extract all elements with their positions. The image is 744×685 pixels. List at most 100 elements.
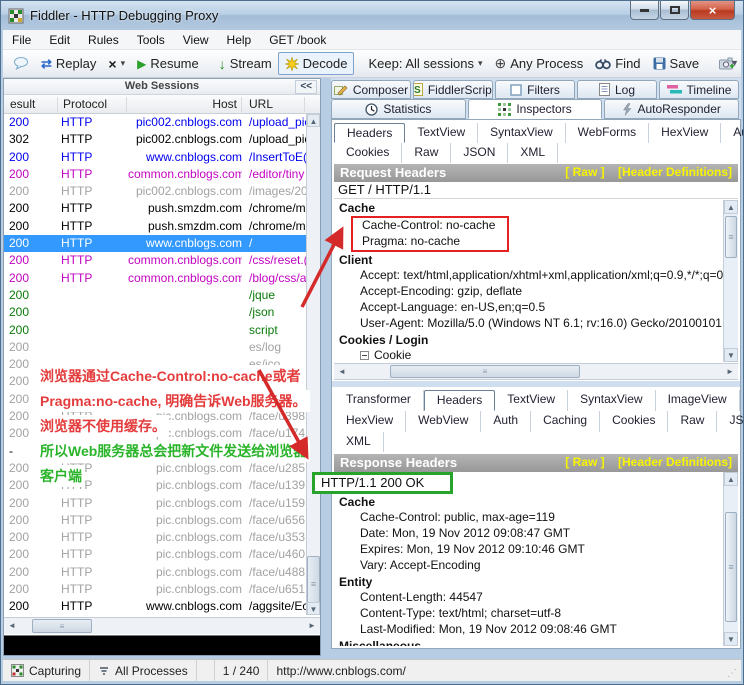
menu-item-edit[interactable]: Edit (40, 31, 79, 49)
request-tab-json[interactable]: JSON (451, 143, 508, 163)
menu-item-view[interactable]: View (174, 31, 218, 49)
quickexec-command-box[interactable] (4, 635, 320, 655)
response-tab-xml[interactable]: XML (334, 432, 384, 452)
session-row[interactable]: 200HTTPwww.cnblogs.com/InsertToE( (4, 149, 320, 166)
scroll-down-icon[interactable]: ▼ (724, 632, 738, 646)
maximize-button[interactable] (660, 1, 689, 20)
response-tab-imageview[interactable]: ImageView (656, 390, 740, 411)
toolbar-save[interactable]: Save (647, 53, 706, 74)
scroll-left-icon[interactable]: ◄ (5, 619, 19, 633)
session-row[interactable]: 200HTTPpic.cnblogs.com/face/u651 (4, 581, 320, 598)
toolbar-find[interactable]: Find (589, 53, 646, 74)
session-row[interactable]: 200/json (4, 304, 320, 321)
column-header-host[interactable]: Host (128, 97, 242, 112)
response-tab-syntaxview[interactable]: SyntaxView (568, 390, 655, 411)
column-header-esult[interactable]: esult (6, 97, 58, 112)
header-group-miscellaneous[interactable]: Miscellaneous (334, 638, 723, 646)
panel-splitter[interactable] (321, 78, 331, 656)
process-filter-selector[interactable]: All Processes (90, 660, 197, 681)
request-tab-xml[interactable]: XML (508, 143, 558, 163)
toolbar-overflow-icon[interactable]: ▼ (730, 58, 739, 68)
scroll-down-icon[interactable]: ▼ (307, 602, 320, 615)
toolbar-keep-all-sessions[interactable]: Keep: All sessions▾ (362, 53, 488, 74)
session-row[interactable]: 200HTTPpic002.cnblogs.com/images/20 (4, 183, 320, 200)
response-tab-json[interactable]: JSON (717, 411, 744, 432)
session-row[interactable]: 200HTTPpic.cnblogs.com/face/u159 (4, 495, 320, 512)
menu-item-tools[interactable]: Tools (128, 31, 174, 49)
request-tab-textview[interactable]: TextView (405, 123, 478, 143)
request-tree-horizontal-scrollbar[interactable]: ◄ ≡ ► (334, 363, 738, 380)
request-tab-webforms[interactable]: WebForms (566, 123, 649, 143)
scroll-up-icon[interactable]: ▲ (724, 200, 738, 214)
header-group-cookies-login[interactable]: Cookies / Login (334, 332, 723, 348)
session-row[interactable]: 200HTTPpic.cnblogs.com/face/u460 (4, 546, 320, 563)
session-row[interactable]: 200es/log (4, 339, 320, 356)
minimize-button[interactable] (630, 1, 659, 20)
response-tab-webview[interactable]: WebView (406, 411, 481, 432)
scroll-right-icon[interactable]: ► (723, 365, 737, 379)
tab-autoresponder[interactable]: AutoResponder (604, 99, 739, 119)
response-tab-headers[interactable]: Headers (424, 390, 495, 411)
toolbar-resume[interactable]: ▶Resume (131, 53, 205, 74)
scrollbar-thumb[interactable]: ≡ (725, 512, 737, 622)
request-tab-headers[interactable]: Headers (334, 123, 405, 143)
toolbar-stream[interactable]: ↓Stream (213, 53, 278, 75)
session-row[interactable]: 200HTTPpic002.cnblogs.com/upload_pic (4, 114, 320, 131)
request-tab-auth[interactable]: Auth (721, 123, 744, 143)
response-tab-cookies[interactable]: Cookies (600, 411, 668, 432)
response-tree-vertical-scrollbar[interactable]: ▲ ≡ ▼ (723, 472, 738, 646)
collapse-expander-icon[interactable] (360, 351, 369, 360)
toolbar-comment-bubble-icon[interactable] (7, 53, 35, 74)
scrollbar-thumb[interactable]: ≡ (725, 216, 737, 258)
response-tab-hexview[interactable]: HexView (334, 411, 406, 432)
tab-statistics[interactable]: Statistics (331, 99, 466, 119)
tab-composer[interactable]: Composer (331, 80, 411, 99)
session-row[interactable]: 200HTTPcommon.cnblogs.com/editor/tiny (4, 166, 320, 183)
tab-inspectors[interactable]: Inspectors (468, 99, 603, 119)
scroll-up-icon[interactable]: ▲ (724, 472, 738, 486)
menu-item-help[interactable]: Help (218, 31, 261, 49)
tab-log[interactable]: Log (577, 80, 657, 99)
scroll-right-icon[interactable]: ► (305, 619, 319, 633)
close-button[interactable]: × (690, 1, 735, 20)
response-tab-transformer[interactable]: Transformer (334, 390, 424, 411)
session-row[interactable]: 200HTTPpic.cnblogs.com/face/u656 (4, 512, 320, 529)
session-row[interactable]: 200HTTPpush.smzdm.com/chrome/me (4, 200, 320, 217)
column-header-protocol[interactable]: Protocol (59, 97, 127, 112)
response-tab-raw[interactable]: Raw (668, 411, 717, 432)
session-row[interactable]: 200/jque (4, 287, 320, 304)
session-row[interactable]: 200HTTPpic.cnblogs.com/face/u353 (4, 529, 320, 546)
scroll-up-icon[interactable]: ▲ (307, 114, 320, 127)
tab-fiddlerscript[interactable]: SFiddlerScript (413, 80, 493, 99)
response-tab-auth[interactable]: Auth (481, 411, 531, 432)
capturing-toggle[interactable]: Capturing (3, 660, 90, 681)
session-row[interactable]: 200HTTPwww.cnblogs.com/aggsite/Ec (4, 598, 320, 615)
response-header-definitions-link[interactable]: [Header Definitions] (618, 455, 732, 469)
tab-timeline[interactable]: Timeline (659, 80, 739, 99)
resize-grip[interactable]: ⋰ (727, 668, 739, 680)
collapse-panel-button[interactable]: << (295, 80, 317, 94)
session-row[interactable]: 302HTTPpic002.cnblogs.com/upload_pic (4, 131, 320, 148)
request-raw-link[interactable]: [ Raw ] (565, 165, 604, 179)
menu-item-rules[interactable]: Rules (79, 31, 128, 49)
request-tab-raw[interactable]: Raw (402, 143, 451, 163)
request-tree-vertical-scrollbar[interactable]: ▲ ≡ ▼ (723, 200, 738, 362)
menu-item-get-book[interactable]: GET /book (260, 31, 335, 49)
column-header-url[interactable]: URL (245, 97, 305, 112)
menu-item-file[interactable]: File (3, 31, 40, 49)
response-tab-textview[interactable]: TextView (495, 390, 568, 411)
toolbar-replay[interactable]: ⇄Replay (35, 53, 102, 75)
header-group-cache[interactable]: Cache (334, 494, 723, 510)
response-raw-link[interactable]: [ Raw ] (565, 455, 604, 469)
session-row[interactable]: 200HTTPpush.smzdm.com/chrome/me (4, 218, 320, 235)
request-tab-hexview[interactable]: HexView (649, 123, 721, 143)
session-row[interactable]: 200HTTPpic.cnblogs.com/face/u488 (4, 564, 320, 581)
toolbar-decode[interactable]: Decode (278, 52, 355, 75)
scroll-left-icon[interactable]: ◄ (335, 365, 349, 379)
response-tab-caching[interactable]: Caching (531, 411, 600, 432)
request-tab-cookies[interactable]: Cookies (334, 143, 402, 163)
tab-filters[interactable]: Filters (495, 80, 575, 99)
toolbar-any-process[interactable]: ⊕Any Process (489, 52, 590, 75)
toolbar-remove-x-icon[interactable]: ×▾ (102, 53, 131, 75)
request-response-divider[interactable] (332, 381, 740, 387)
